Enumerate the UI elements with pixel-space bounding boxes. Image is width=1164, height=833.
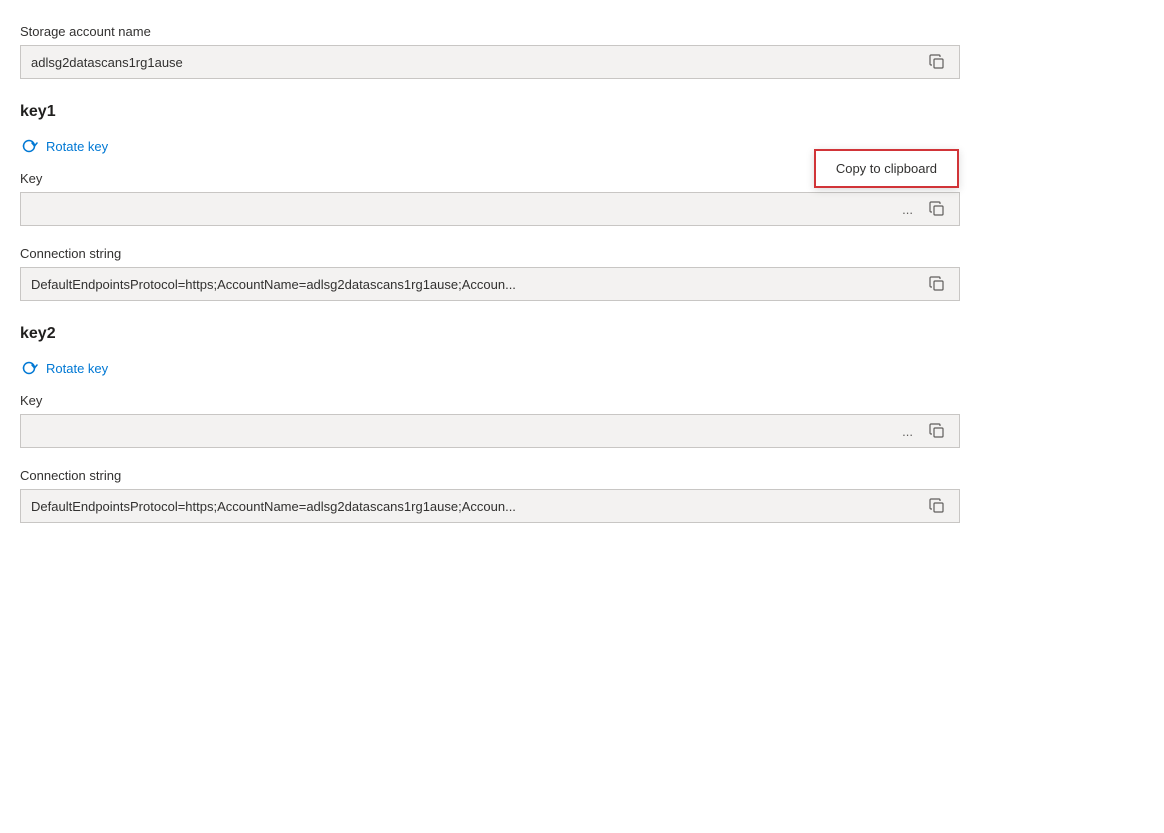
key2-connection-string-value: DefaultEndpointsProtocol=https;AccountNa… bbox=[31, 499, 917, 514]
key1-key-section: Key ... Copy to clipboard bbox=[20, 171, 1144, 226]
key2-key-label: Key bbox=[20, 393, 1144, 408]
key2-key-section: Key ... bbox=[20, 393, 1144, 448]
copy-icon bbox=[929, 54, 945, 70]
storage-account-section: Storage account name adlsg2datascans1rg1… bbox=[20, 24, 1144, 79]
storage-account-label: Storage account name bbox=[20, 24, 1144, 39]
key1-key-value bbox=[31, 202, 902, 217]
key2-key-ellipsis: ... bbox=[902, 424, 913, 439]
key1-key-input-wrapper: ... Copy to clipboard bbox=[20, 192, 960, 226]
copy-key1-icon bbox=[929, 201, 945, 217]
storage-account-input-wrapper: adlsg2datascans1rg1ause bbox=[20, 45, 960, 79]
storage-account-copy-button[interactable] bbox=[925, 52, 949, 72]
storage-account-value: adlsg2datascans1rg1ause bbox=[31, 55, 917, 70]
rotate-key1-icon bbox=[20, 137, 38, 155]
key1-key-copy-button[interactable]: Copy to clipboard bbox=[925, 199, 949, 219]
key2-heading: key2 bbox=[20, 325, 1144, 343]
key2-key-value bbox=[31, 424, 902, 439]
key2-connection-string-wrapper: DefaultEndpointsProtocol=https;AccountNa… bbox=[20, 489, 960, 523]
key1-connection-string-copy-button[interactable] bbox=[925, 274, 949, 294]
key1-key-label: Key bbox=[20, 171, 1144, 186]
key2-rotate-key-row[interactable]: Rotate key bbox=[20, 359, 1144, 377]
copy-to-clipboard-label: Copy to clipboard bbox=[836, 161, 937, 176]
key1-connection-string-label: Connection string bbox=[20, 246, 1144, 261]
key2-rotate-label: Rotate key bbox=[46, 361, 108, 376]
copy-connstr2-icon bbox=[929, 498, 945, 514]
key1-connection-string-value: DefaultEndpointsProtocol=https;AccountNa… bbox=[31, 277, 917, 292]
key2-connection-string-copy-button[interactable] bbox=[925, 496, 949, 516]
rotate-key2-icon bbox=[20, 359, 38, 377]
copy-to-clipboard-popup[interactable]: Copy to clipboard bbox=[814, 149, 959, 188]
key2-key-input-wrapper: ... bbox=[20, 414, 960, 448]
key2-key-copy-button[interactable] bbox=[925, 421, 949, 441]
key1-connection-string-section: Connection string DefaultEndpointsProtoc… bbox=[20, 246, 1144, 301]
copy-key2-icon bbox=[929, 423, 945, 439]
copy-connstr1-icon bbox=[929, 276, 945, 292]
key1-connection-string-wrapper: DefaultEndpointsProtocol=https;AccountNa… bbox=[20, 267, 960, 301]
key1-rotate-key-row[interactable]: Rotate key bbox=[20, 137, 1144, 155]
key2-connection-string-section: Connection string DefaultEndpointsProtoc… bbox=[20, 468, 1144, 523]
key2-connection-string-label: Connection string bbox=[20, 468, 1144, 483]
key1-heading: key1 bbox=[20, 103, 1144, 121]
key1-rotate-label: Rotate key bbox=[46, 139, 108, 154]
key1-key-ellipsis: ... bbox=[902, 202, 913, 217]
